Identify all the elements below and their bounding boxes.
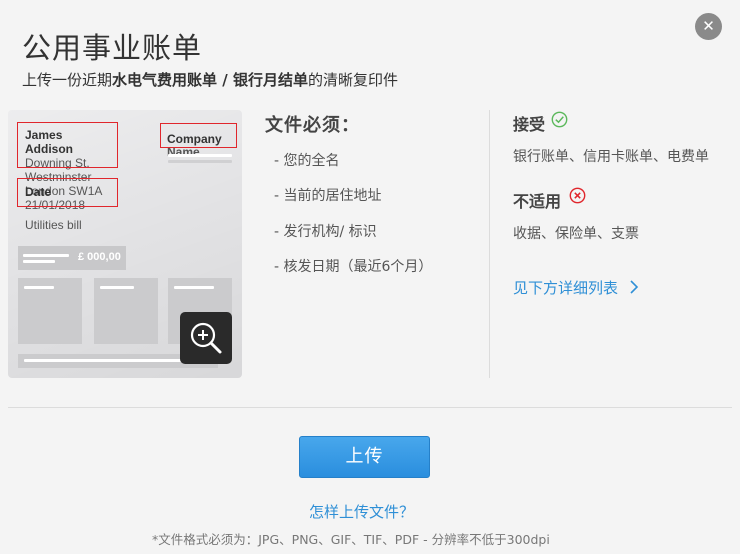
requirement-text: 发行机构/ 标识 bbox=[283, 224, 377, 240]
sample-amount: £ 000,00 bbox=[78, 251, 121, 263]
requirement-item: - 当前的居住地址 bbox=[274, 188, 382, 204]
requirement-item: - 您的全名 bbox=[274, 153, 340, 169]
subtitle-suffix: 的清晰复印件 bbox=[307, 71, 398, 89]
highlight-box-date bbox=[17, 178, 118, 207]
sample-document: James Addison Downing St. Westminster Lo… bbox=[8, 110, 242, 378]
requirement-item: - 核发日期（最近6个月） bbox=[274, 259, 433, 275]
sample-doc-type: Utilities bill bbox=[25, 218, 82, 232]
content-tile bbox=[18, 278, 82, 344]
upload-button[interactable]: 上传 bbox=[299, 436, 430, 478]
requirement-text: 您的全名 bbox=[283, 153, 340, 169]
page-title: 公用事业账单 bbox=[22, 31, 203, 65]
detail-list-link[interactable]: 见下方详细列表 bbox=[513, 277, 618, 298]
check-circle-icon bbox=[551, 111, 568, 128]
subtitle-prefix: 上传一份近期 bbox=[22, 71, 113, 89]
page-subtitle: 上传一份近期水电气费用账单 / 银行月结单的清晰复印件 bbox=[22, 69, 398, 90]
company-line bbox=[168, 160, 232, 163]
amount-line bbox=[23, 260, 55, 263]
zoom-button[interactable] bbox=[180, 312, 232, 364]
requirement-text: 当前的居住地址 bbox=[283, 188, 382, 204]
zoom-in-icon bbox=[190, 322, 222, 354]
highlight-box-name bbox=[17, 122, 118, 168]
not-applicable-text: 收据、保险单、支票 bbox=[513, 226, 639, 242]
tile-line bbox=[174, 286, 214, 289]
amount-line bbox=[23, 254, 69, 257]
how-to-upload-link[interactable]: 怎样上传文件？ bbox=[309, 501, 414, 522]
not-applicable-title: 不适用 bbox=[513, 192, 562, 211]
highlight-box-company bbox=[160, 123, 237, 148]
horizontal-divider bbox=[8, 407, 732, 408]
close-button[interactable]: ✕ bbox=[695, 13, 722, 40]
accepted-title: 接受 bbox=[513, 115, 546, 134]
tile-line bbox=[100, 286, 134, 289]
tile-line bbox=[24, 286, 54, 289]
vertical-divider bbox=[489, 110, 490, 378]
x-circle-icon bbox=[569, 187, 586, 204]
requirement-item: - 发行机构/ 标识 bbox=[274, 224, 377, 240]
file-format-note: *文件格式必须为：JPG、PNG、GIF、TIF、PDF - 分辨率不低于300… bbox=[152, 532, 550, 547]
subtitle-bold: 水电气费用账单 / 银行月结单 bbox=[112, 71, 308, 89]
requirements-title: 文件必须： bbox=[265, 115, 360, 136]
content-tile bbox=[94, 278, 158, 344]
accepted-text: 银行账单、信用卡账单、电费单 bbox=[513, 149, 709, 165]
requirement-text: 核发日期（最近6个月） bbox=[283, 259, 433, 275]
company-line bbox=[168, 154, 232, 157]
chevron-right-icon[interactable] bbox=[628, 279, 640, 295]
footer-line bbox=[24, 359, 184, 362]
